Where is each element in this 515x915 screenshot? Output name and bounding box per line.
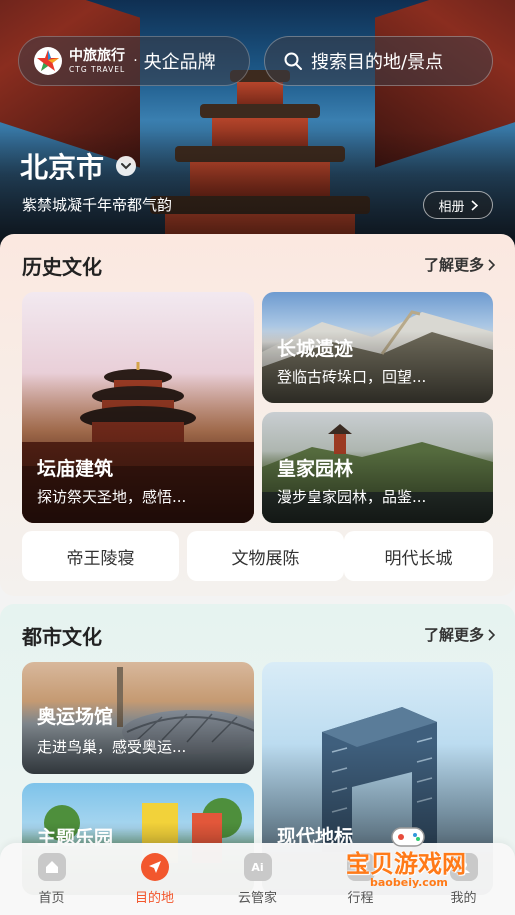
card-altar-temple[interactable]: 坛庙建筑 探访祭天圣地，感悟... — [22, 292, 254, 523]
ctg-logo-icon — [33, 46, 63, 76]
search-icon — [284, 52, 302, 70]
brand-slogan: 央企品牌 — [143, 52, 216, 73]
section-title: 历史文化 — [22, 255, 102, 279]
learn-more-link[interactable]: 了解更多 — [424, 624, 495, 645]
brand-name-en: CTG TRAVEL — [69, 64, 126, 74]
hero-banner: 中旅旅行 CTG TRAVEL · 央企品牌 搜索目的地/景点 北京市 紫禁城凝… — [0, 0, 515, 250]
learn-more-link[interactable]: 了解更多 — [424, 254, 495, 275]
watermark: 宝贝游戏网 baobeiy.com — [340, 822, 490, 892]
card-title: 皇家园林 — [277, 458, 354, 480]
chevron-right-icon — [470, 199, 478, 211]
card-subtitle: 登临古砖垛口，回望... — [277, 368, 427, 386]
city-name: 北京市 — [20, 151, 105, 184]
chevron-right-icon — [488, 628, 495, 641]
watermark-text: 宝贝游戏网 — [346, 850, 466, 878]
city-slogan: 紫禁城凝千年帝都气韵 — [22, 196, 173, 214]
card-title: 坛庙建筑 — [37, 458, 114, 480]
brand-separator: · — [133, 53, 138, 69]
chip-cultural-relics[interactable]: 文物展陈 — [187, 531, 344, 581]
location-arrow-icon — [140, 853, 169, 881]
album-button[interactable]: 相册 — [423, 191, 493, 219]
nav-label: 首页 — [38, 891, 65, 906]
chevron-down-icon[interactable] — [116, 156, 137, 176]
nav-label: 目的地 — [134, 891, 174, 906]
chevron-right-icon — [488, 258, 495, 271]
brand-name-cn: 中旅旅行 — [69, 47, 125, 64]
card-great-wall[interactable]: 长城遗迹 登临古砖垛口，回望... — [262, 292, 493, 403]
chip-ming-great-wall[interactable]: 明代长城 — [344, 531, 493, 581]
card-subtitle: 漫步皇家园林，品鉴... — [277, 488, 427, 506]
section-title: 都市文化 — [22, 625, 102, 649]
nav-item-cloud-butler[interactable]: Ai 云管家 — [206, 843, 309, 915]
card-subtitle: 走进鸟巢，感受奥运... — [37, 738, 187, 756]
home-icon — [37, 853, 66, 881]
history-culture-section: 历史文化 了解更多 坛庙建筑 探访祭天圣地，感悟... 长城遗迹 登临古砖垛口，… — [0, 234, 515, 596]
nav-label: 云管家 — [237, 891, 277, 906]
nav-item-destination[interactable]: 目的地 — [103, 843, 206, 915]
ai-icon: Ai — [243, 853, 272, 881]
city-selector[interactable]: 北京市 — [20, 146, 137, 186]
search-placeholder: 搜索目的地/景点 — [311, 52, 444, 73]
search-bar[interactable]: 搜索目的地/景点 — [264, 36, 493, 86]
card-title: 奥运场馆 — [37, 706, 114, 728]
album-label: 相册 — [438, 199, 465, 215]
card-subtitle: 探访祭天圣地，感悟... — [37, 488, 187, 506]
card-title: 长城遗迹 — [277, 338, 354, 360]
learn-more-label: 了解更多 — [423, 626, 484, 644]
learn-more-label: 了解更多 — [423, 256, 484, 274]
brand-badge[interactable]: 中旅旅行 CTG TRAVEL · 央企品牌 — [18, 36, 250, 86]
nav-item-home[interactable]: 首页 — [0, 843, 103, 915]
watermark-url: baobeiy.com — [370, 876, 448, 889]
card-royal-garden[interactable]: 皇家园林 漫步皇家园林，品鉴... — [262, 412, 493, 523]
chip-imperial-tombs[interactable]: 帝王陵寝 — [22, 531, 179, 581]
card-olympic-venues[interactable]: 奥运场馆 走进鸟巢，感受奥运... — [22, 662, 254, 774]
